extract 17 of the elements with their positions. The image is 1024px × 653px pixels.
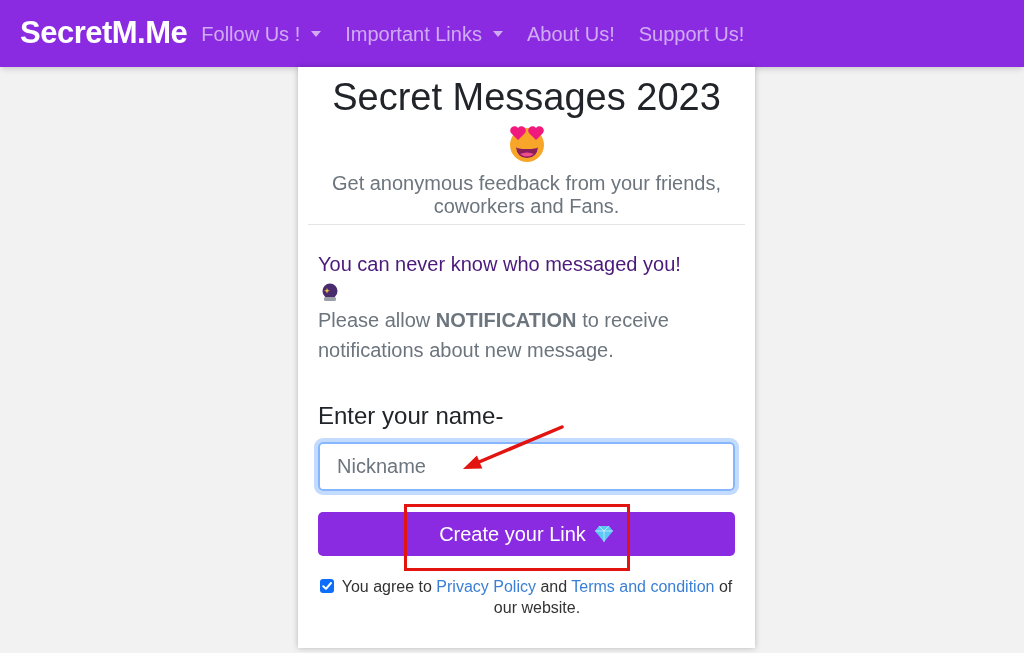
agreement-text: You agree to Privacy Policy and Terms and condition of our website. xyxy=(340,577,734,618)
crystal-ball-icon xyxy=(321,283,339,301)
agree-checkbox[interactable] xyxy=(320,579,334,593)
nav-link[interactable]: About Us! xyxy=(522,18,619,49)
nav-link[interactable]: Support Us! xyxy=(634,18,749,49)
name-label: Enter your name- xyxy=(318,401,505,431)
subtitle-text: Get anonymous feedback from your friends, coworkers and Fans. xyxy=(330,172,723,218)
privacy-policy-link[interactable]: Privacy Policy xyxy=(436,578,536,595)
gem-icon xyxy=(593,525,614,543)
terms-link[interactable]: Terms and condition xyxy=(571,578,715,595)
nav-link[interactable]: Important Links xyxy=(341,18,507,49)
tagline-text: You can never know who messaged you! xyxy=(318,252,682,277)
nav-link[interactable]: Follow Us ! xyxy=(197,18,326,49)
notification-notice: Please allow NOTIFICATION to receive notifications about new message. xyxy=(318,308,670,363)
brand-logo[interactable]: SecretM.Me xyxy=(20,10,188,57)
page-title: Secret Messages 2023 xyxy=(332,75,721,119)
create-link-button[interactable]: Create your Link xyxy=(318,512,735,556)
